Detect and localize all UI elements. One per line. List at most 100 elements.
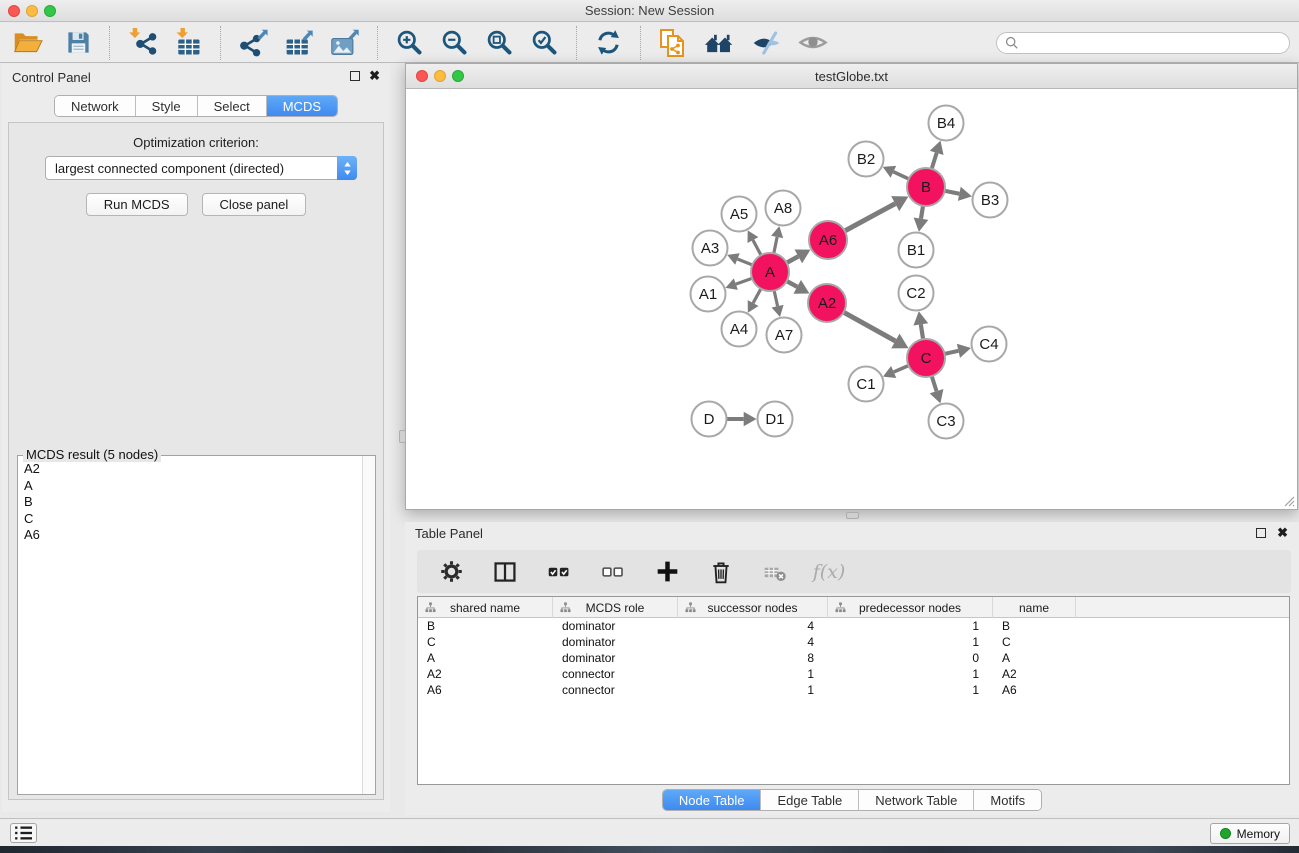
- graph-node-B4[interactable]: B4: [929, 106, 964, 141]
- mcds-result-item[interactable]: C: [18, 511, 362, 528]
- column-header-predecessor-nodes[interactable]: predecessor nodes: [828, 597, 993, 618]
- table-cell: 1: [828, 634, 993, 650]
- table-row[interactable]: Adominator80A: [418, 650, 1289, 666]
- graph-node-D[interactable]: D: [692, 402, 727, 437]
- mcds-result-item[interactable]: B: [18, 494, 362, 511]
- search-field[interactable]: [996, 32, 1290, 54]
- horizontal-splitter-handle[interactable]: [399, 430, 406, 443]
- close-table-panel-icon[interactable]: ✖: [1277, 525, 1288, 541]
- graph-node-C3[interactable]: C3: [929, 404, 964, 439]
- network-window-titlebar[interactable]: testGlobe.txt: [406, 64, 1297, 89]
- table-row[interactable]: A2connector11A2: [418, 666, 1289, 682]
- hide-selected-button[interactable]: [743, 26, 790, 60]
- graph-node-A6[interactable]: A6: [809, 221, 847, 259]
- save-session-button[interactable]: [57, 26, 100, 60]
- session-title: Session: New Session: [0, 3, 1299, 18]
- resize-grip-icon[interactable]: [1282, 494, 1295, 507]
- export-network-button[interactable]: [230, 26, 276, 60]
- graph-node-B3[interactable]: B3: [973, 183, 1008, 218]
- edge-arrowhead: [957, 344, 971, 358]
- table-cell: connector: [553, 666, 678, 682]
- graph-node-D1[interactable]: D1: [758, 402, 793, 437]
- graph-node-C4[interactable]: C4: [972, 327, 1007, 362]
- graph-node-A4[interactable]: A4: [722, 312, 757, 347]
- table-cell: 1: [828, 618, 993, 634]
- task-history-button[interactable]: [10, 823, 37, 843]
- criterion-dropdown[interactable]: largest connected component (directed): [45, 156, 357, 180]
- float-panel-icon[interactable]: [350, 71, 360, 81]
- tab-mcds[interactable]: MCDS: [267, 96, 337, 116]
- zoom-selected-button[interactable]: [522, 26, 567, 60]
- graph-node-A2[interactable]: A2: [808, 284, 846, 322]
- column-header-name[interactable]: name: [993, 597, 1076, 618]
- import-network-button[interactable]: [119, 26, 165, 60]
- graph-node-A3[interactable]: A3: [693, 231, 728, 266]
- column-header-mcds-role[interactable]: MCDS role: [553, 597, 678, 618]
- network-snapshot-button[interactable]: [650, 26, 696, 60]
- export-table-button[interactable]: [276, 26, 322, 60]
- import-table-icon: [173, 28, 203, 58]
- add-row-button[interactable]: [647, 558, 687, 586]
- close-panel-icon[interactable]: ✖: [369, 68, 380, 84]
- float-table-panel-icon[interactable]: [1256, 528, 1266, 538]
- graph-node-A7[interactable]: A7: [767, 318, 802, 353]
- mcds-result-item[interactable]: A: [18, 478, 362, 495]
- select-all-button[interactable]: [539, 558, 579, 586]
- table-options-button[interactable]: [431, 558, 471, 586]
- zoom-in-button[interactable]: [387, 26, 432, 60]
- run-mcds-button[interactable]: Run MCDS: [86, 193, 188, 216]
- delete-row-button[interactable]: [701, 558, 741, 586]
- show-columns-button[interactable]: [485, 558, 525, 586]
- column-header-shared-name[interactable]: shared name: [418, 597, 553, 618]
- edge-arrowhead: [744, 412, 757, 426]
- graph-node-A[interactable]: A: [751, 253, 789, 291]
- graph-node-A1[interactable]: A1: [691, 277, 726, 312]
- home-button[interactable]: [696, 26, 743, 60]
- svg-text:B4: B4: [937, 115, 955, 132]
- table-tab-motifs[interactable]: Motifs: [974, 790, 1041, 810]
- table-row[interactable]: Cdominator41C: [418, 634, 1289, 650]
- show-all-button[interactable]: [790, 26, 836, 60]
- graph-node-B[interactable]: B: [907, 168, 945, 206]
- zoom-out-button[interactable]: [432, 26, 477, 60]
- mcds-result-item[interactable]: A6: [18, 527, 362, 544]
- mcds-result-list: A2ABCA6: [18, 461, 362, 794]
- vertical-splitter-handle[interactable]: [846, 512, 859, 519]
- table-row[interactable]: Bdominator41B: [418, 618, 1289, 634]
- graph-node-C2[interactable]: C2: [899, 276, 934, 311]
- column-header-successor-nodes[interactable]: successor nodes: [678, 597, 828, 618]
- open-session-button[interactable]: [4, 26, 51, 60]
- control-panel: Control Panel ✖ NetworkStyleSelectMCDS O…: [2, 64, 390, 812]
- search-input[interactable]: [1024, 35, 1281, 50]
- tab-style[interactable]: Style: [136, 96, 198, 116]
- import-table-button[interactable]: [165, 26, 211, 60]
- graph-node-B1[interactable]: B1: [899, 233, 934, 268]
- dropdown-stepper-icon: [337, 156, 357, 180]
- close-panel-button[interactable]: Close panel: [202, 193, 307, 216]
- graph-node-C1[interactable]: C1: [849, 367, 884, 402]
- graph-node-C[interactable]: C: [907, 339, 945, 377]
- table-tab-network-table[interactable]: Network Table: [859, 790, 974, 810]
- svg-text:C1: C1: [856, 376, 875, 393]
- zoom-fit-button[interactable]: [477, 26, 522, 60]
- graph-node-B2[interactable]: B2: [849, 142, 884, 177]
- sort-tree-icon: [835, 602, 846, 613]
- result-scrollbar[interactable]: [362, 456, 375, 794]
- export-image-button[interactable]: [322, 26, 368, 60]
- table-tab-edge-table[interactable]: Edge Table: [761, 790, 859, 810]
- memory-button[interactable]: Memory: [1210, 823, 1290, 844]
- network-canvas[interactable]: B4 B2 B B3 A8 A5 A6 A3 B1 A C2 A1 A2 A4 A7 C4 C C1 D D1 C3: [406, 90, 1297, 509]
- table-tab-node-table[interactable]: Node Table: [663, 790, 762, 810]
- deselect-all-button[interactable]: [593, 558, 633, 586]
- tab-select[interactable]: Select: [198, 96, 267, 116]
- graph-node-A5[interactable]: A5: [722, 197, 757, 232]
- svg-text:A2: A2: [818, 295, 836, 312]
- tab-network[interactable]: Network: [55, 96, 136, 116]
- table-row[interactable]: A6connector11A6: [418, 682, 1289, 698]
- function-builder-button[interactable]: f(x): [809, 558, 849, 586]
- svg-text:A6: A6: [819, 232, 837, 249]
- mcds-result-item[interactable]: A2: [18, 461, 362, 478]
- refresh-view-button[interactable]: [586, 26, 631, 60]
- graph-node-A8[interactable]: A8: [766, 191, 801, 226]
- delete-table-button[interactable]: [755, 558, 795, 586]
